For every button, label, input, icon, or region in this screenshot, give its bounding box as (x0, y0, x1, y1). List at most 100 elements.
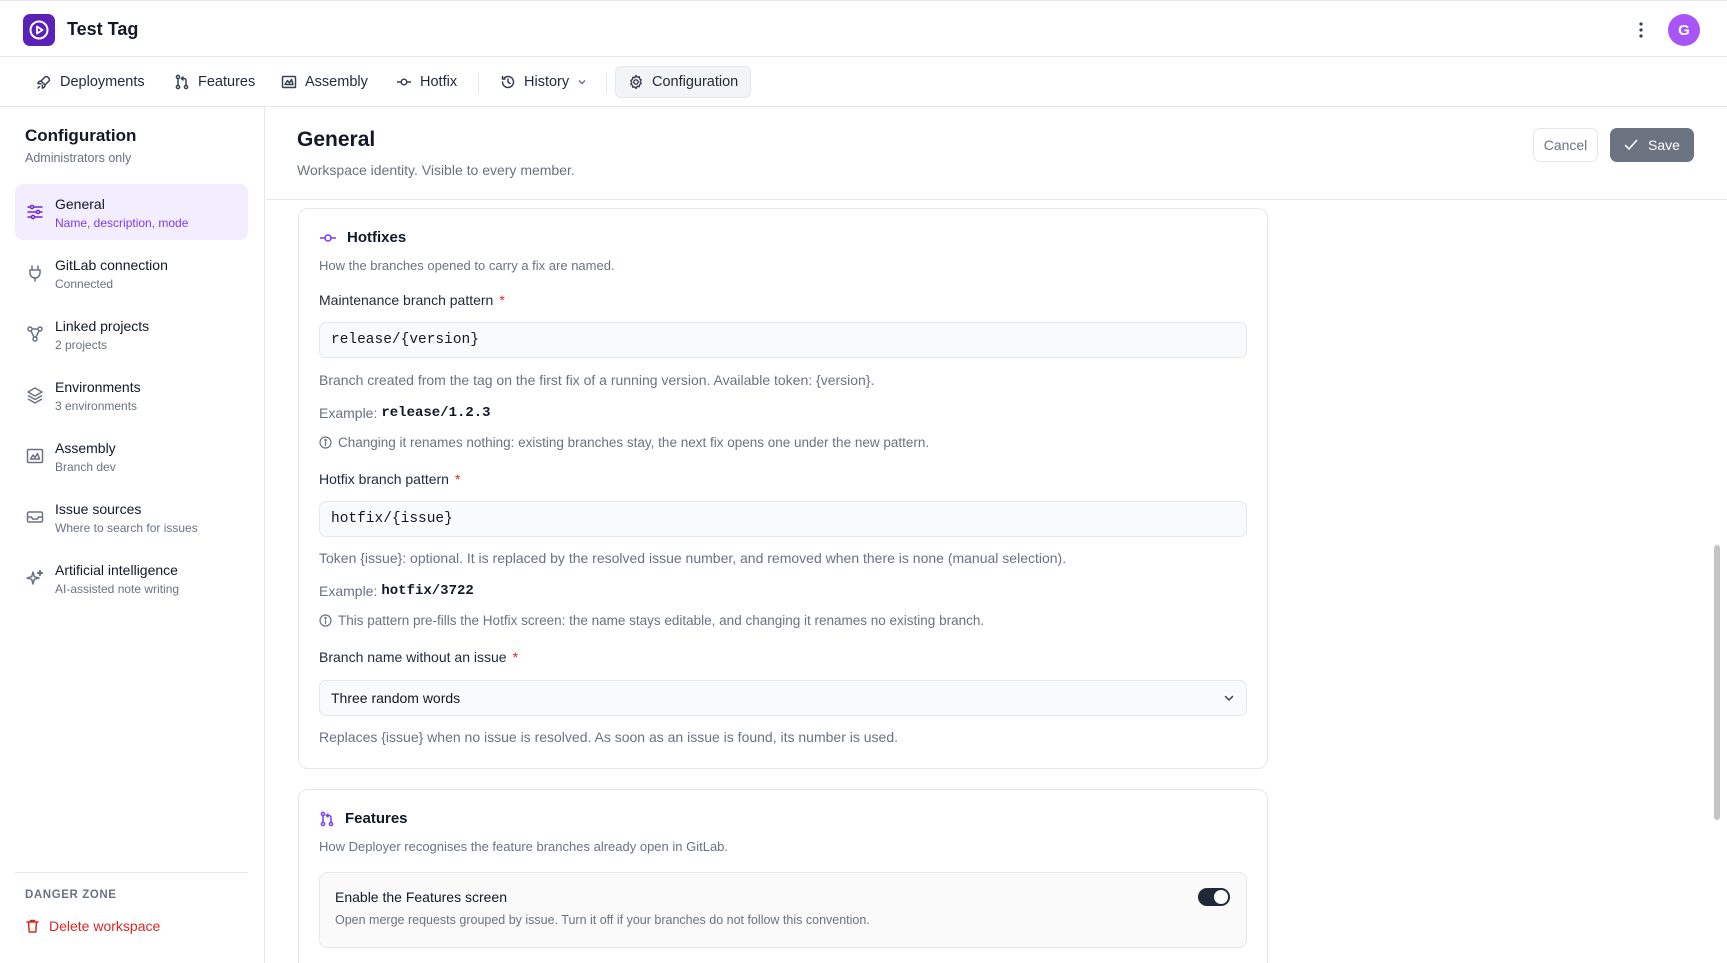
sidebar-title: Configuration (25, 126, 137, 145)
tab-deployments[interactable]: Deployments (24, 66, 157, 98)
settings-sidebar: Configuration Administrators only Genera… (0, 107, 265, 963)
no-issue-name-label: Branch name without an issue * (319, 649, 519, 665)
sidebar-item-desc: Where to search for issues (55, 521, 198, 535)
chevron-down-icon (578, 80, 586, 85)
features-toggle-switch[interactable] (1198, 888, 1230, 906)
hotfix-pattern-example: Example: hotfix/3722 (319, 583, 474, 599)
sliders-icon (27, 204, 43, 220)
tab-label: Hotfix (420, 74, 458, 90)
check-icon (1624, 139, 1638, 150)
sidebar-item-gitlab-connection[interactable]: GitLab connection Connected (15, 245, 248, 301)
maintenance-pattern-help: Branch created from the tag on the first… (319, 372, 875, 388)
features-title: Features (345, 810, 408, 827)
tab-label: Deployments (60, 74, 145, 90)
save-label: Save (1648, 137, 1680, 153)
sidebar-item-assembly[interactable]: Assembly Branch dev (15, 428, 248, 484)
hotfixes-title: Hotfixes (347, 229, 407, 246)
hotfix-pattern-help: Token {issue}: optional. It is replaced … (319, 550, 1067, 566)
plug-icon (29, 265, 41, 282)
network-icon (27, 326, 43, 342)
rocket-icon (37, 75, 51, 89)
hotfix-pattern-input[interactable]: hotfix/{issue} (319, 501, 1247, 537)
hotfix-pattern-label: Hotfix branch pattern * (319, 471, 461, 487)
sidebar-item-desc: Connected (55, 277, 114, 291)
page-subtitle: Workspace identity. Visible to every mem… (297, 162, 575, 178)
sidebar-item-label: General (55, 196, 105, 212)
maintenance-pattern-example: Example: release/1.2.3 (319, 405, 491, 421)
history-icon (501, 75, 515, 89)
maintenance-pattern-input[interactable]: release/{version} (319, 322, 1247, 358)
user-avatar[interactable]: G (1668, 14, 1700, 46)
nav-divider (606, 73, 607, 93)
tab-assembly[interactable]: Assembly (269, 66, 380, 98)
gear-icon (630, 74, 642, 90)
scrollbar-thumb[interactable] (1714, 545, 1720, 820)
more-options-icon[interactable] (1632, 18, 1650, 42)
sidebar-subtitle: Administrators only (25, 151, 132, 165)
sidebar-item-label: Assembly (55, 440, 116, 456)
layers-icon (27, 387, 43, 404)
sidebar-item-general[interactable]: General Name, description, mode (15, 184, 248, 240)
features-card-header: Features (319, 810, 408, 827)
hotfixes-desc: How the branches opened to carry a fix a… (319, 258, 615, 273)
page-header: General Workspace identity. Visible to e… (266, 107, 1727, 200)
delete-workspace-button[interactable]: Delete workspace (25, 918, 160, 934)
settings-content[interactable]: Hotfixes How the branches opened to carr… (266, 200, 1727, 963)
git-commit-icon (397, 78, 411, 86)
no-issue-name-help: Replaces {issue} when no issue is resolv… (319, 729, 898, 745)
assembly-icon (281, 75, 297, 89)
no-issue-name-select[interactable]: Three random words (319, 680, 1247, 716)
info-icon (319, 436, 332, 449)
toggle-knob (1214, 890, 1228, 904)
sparkles-icon (26, 569, 44, 585)
tab-label: Assembly (305, 74, 368, 90)
git-pull-request-icon (175, 74, 189, 90)
features-card: Features How Deployer recognises the fea… (298, 789, 1268, 963)
tab-configuration[interactable]: Configuration (615, 66, 752, 98)
maintenance-pattern-note: Changing it renames nothing: existing br… (319, 435, 929, 450)
sidebar-item-label: Environments (55, 379, 141, 395)
sidebar-item-desc: Branch dev (55, 460, 116, 474)
sidebar-item-desc: 2 projects (55, 338, 108, 352)
maintenance-pattern-label: Maintenance branch pattern * (319, 292, 505, 308)
app-logo-icon[interactable] (23, 14, 55, 46)
app-title: Test Tag (67, 19, 139, 39)
nav-divider (478, 73, 479, 93)
tab-label: History (524, 74, 570, 90)
git-commit-icon (320, 233, 336, 242)
features-toggle-title: Enable the Features screen (335, 889, 507, 905)
hotfixes-card: Hotfixes How the branches opened to carr… (298, 208, 1268, 769)
save-button[interactable]: Save (1610, 128, 1694, 162)
main-nav: Deployments Features Assembly Hotfix His… (0, 57, 1727, 107)
hotfix-pattern-note: This pattern pre-fills the Hotfix screen… (319, 613, 984, 628)
sidebar-item-label: GitLab connection (55, 257, 168, 273)
sidebar-item-issue-sources[interactable]: Issue sources Where to search for issues (15, 489, 248, 545)
features-toggle-desc: Open merge requests grouped by issue. Tu… (335, 913, 870, 927)
info-icon (319, 614, 332, 627)
hotfixes-card-header: Hotfixes (319, 229, 406, 246)
tab-features[interactable]: Features (162, 66, 267, 98)
sidebar-item-label: Linked projects (55, 318, 150, 334)
inbox-icon (26, 511, 44, 523)
no-issue-name-value: Three random words (331, 690, 461, 706)
sidebar-item-artificial-intelligence[interactable]: Artificial intelligence AI-assisted note… (15, 550, 248, 606)
sidebar-item-environments[interactable]: Environments 3 environments (15, 367, 248, 423)
tab-label: Features (198, 74, 256, 90)
sidebar-item-desc: Name, description, mode (55, 216, 189, 230)
assembly-icon (26, 448, 44, 464)
tab-label: Configuration (652, 74, 739, 90)
sidebar-item-label: Issue sources (55, 501, 142, 517)
sidebar-item-desc: 3 environments (55, 399, 138, 413)
danger-zone-title: DANGER ZONE (25, 889, 117, 901)
page-title: General (297, 128, 376, 151)
top-bar: Test Tag G (0, 0, 1727, 57)
tab-hotfix[interactable]: Hotfix (384, 66, 469, 98)
sidebar-item-label: Artificial intelligence (55, 562, 178, 578)
sidebar-item-desc: AI-assisted note writing (55, 582, 180, 596)
sidebar-item-linked-projects[interactable]: Linked projects 2 projects (15, 306, 248, 362)
trash-icon (26, 919, 39, 933)
features-toggle-row: Enable the Features screen Open merge re… (319, 872, 1247, 948)
tab-history[interactable]: History (488, 66, 599, 98)
git-pull-request-icon (320, 811, 334, 826)
cancel-button[interactable]: Cancel (1533, 128, 1598, 162)
